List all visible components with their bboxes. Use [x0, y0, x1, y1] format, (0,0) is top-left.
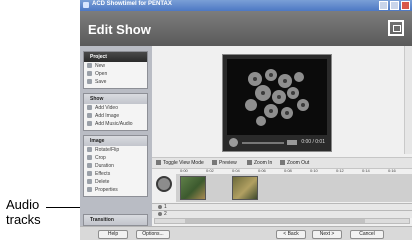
- image-clip-thumbnail[interactable]: [232, 176, 258, 200]
- app-icon: [83, 2, 89, 8]
- player-controls: 0:00 / 0:01: [227, 137, 327, 148]
- toggle-view-icon: [156, 160, 161, 166]
- audio-track-label: 2: [158, 211, 167, 218]
- preview-button[interactable]: Preview: [212, 158, 237, 168]
- video-track[interactable]: [176, 174, 412, 202]
- scroll-thumb[interactable]: [185, 219, 365, 223]
- maximize-button[interactable]: [390, 1, 399, 10]
- sidebar-item-add-video[interactable]: Add Video: [84, 104, 147, 112]
- speaker-icon: [158, 211, 162, 216]
- sidebar-item-new[interactable]: New: [84, 62, 147, 70]
- sidebar: Project New Open Save Show Add Video Add…: [80, 46, 152, 226]
- film-reel-icon: [156, 176, 172, 192]
- video-icon: [87, 105, 92, 111]
- help-button[interactable]: Help: [98, 230, 128, 239]
- flower-image: [227, 59, 327, 135]
- show-frame-icon: [388, 20, 404, 36]
- project-panel: Project New Open Save: [83, 51, 148, 89]
- preview-icon: [212, 160, 217, 166]
- main-area: 0:00 / 0:01 Toggle View Mode Preview Zoo…: [152, 46, 412, 226]
- image-panel: Image Rotate/Flip Crop Duration Effects …: [83, 135, 148, 197]
- zoom-out-icon: [280, 160, 285, 166]
- tick-label: 0:12: [336, 168, 344, 173]
- seek-slider[interactable]: [242, 142, 284, 144]
- tick-label: 0:14: [362, 168, 370, 173]
- clock-icon: [87, 163, 92, 169]
- transition-panel: Transition: [83, 214, 148, 226]
- time-readout: 0:00 / 0:01: [301, 139, 325, 145]
- sidebar-item-save[interactable]: Save: [84, 78, 147, 86]
- sidebar-item-properties[interactable]: Properties: [84, 186, 147, 194]
- open-icon: [87, 71, 92, 77]
- page-title: Edit Show: [88, 22, 151, 37]
- tick-label: 0:10: [310, 168, 318, 173]
- tick-label: 0:02: [206, 168, 214, 173]
- window-title: ACD ShowtimeI for PENTAX: [92, 1, 172, 7]
- horizontal-scrollbar[interactable]: [154, 218, 410, 224]
- annotation-line-1: Audio: [6, 197, 40, 212]
- toggle-view-button[interactable]: Toggle View Mode: [156, 158, 204, 168]
- preview-player: 0:00 / 0:01: [222, 54, 332, 152]
- zoom-in-button[interactable]: Zoom In: [247, 158, 272, 168]
- app-window: ACD ShowtimeI for PENTAX Edit Show Proje…: [80, 0, 412, 240]
- rotate-icon: [87, 147, 92, 153]
- back-button[interactable]: < Back: [276, 230, 306, 239]
- close-button[interactable]: [401, 1, 410, 10]
- footer-bar: Help Options... < Back Next > Cancel: [80, 226, 412, 240]
- minimize-button[interactable]: [379, 1, 388, 10]
- image-icon: [87, 113, 92, 119]
- play-button[interactable]: [229, 138, 238, 147]
- vertical-scrollbar[interactable]: [404, 46, 412, 154]
- sidebar-item-rotate[interactable]: Rotate/Flip: [84, 146, 147, 154]
- tick-label: 0:08: [284, 168, 292, 173]
- next-button[interactable]: Next >: [312, 230, 342, 239]
- sidebar-item-crop[interactable]: Crop: [84, 154, 147, 162]
- title-bar: ACD ShowtimeI for PENTAX: [80, 0, 412, 11]
- annotation-label: Audio tracks: [6, 197, 41, 227]
- audio-track[interactable]: 2: [152, 210, 412, 218]
- preview-image: [227, 59, 327, 135]
- tick-label: 0:04: [232, 168, 240, 173]
- sidebar-item-duration[interactable]: Duration: [84, 162, 147, 170]
- show-panel: Show Add Video Add Image Add Music/Audio: [83, 93, 148, 131]
- sidebar-item-delete[interactable]: Delete: [84, 178, 147, 186]
- sidebar-item-add-music[interactable]: Add Music/Audio: [84, 120, 147, 128]
- tick-label: 0:00: [180, 168, 188, 173]
- save-icon: [87, 79, 92, 85]
- image-panel-title[interactable]: Image: [84, 136, 147, 146]
- zoom-out-button[interactable]: Zoom Out: [280, 158, 309, 168]
- zoom-in-icon: [247, 160, 252, 166]
- properties-icon: [87, 187, 92, 193]
- delete-icon: [87, 179, 92, 185]
- sidebar-item-open[interactable]: Open: [84, 70, 147, 78]
- options-button[interactable]: Options...: [136, 230, 170, 239]
- music-icon: [87, 121, 92, 127]
- sidebar-item-effects[interactable]: Effects: [84, 170, 147, 178]
- image-clip-thumbnail[interactable]: [180, 176, 206, 200]
- page-header: Edit Show: [80, 11, 412, 46]
- cancel-button[interactable]: Cancel: [350, 230, 384, 239]
- annotation-line-2: tracks: [6, 212, 41, 227]
- transition-panel-title[interactable]: Transition: [84, 215, 147, 225]
- speaker-icon: [158, 204, 162, 209]
- tick-label: 0:16: [388, 168, 396, 173]
- crop-icon: [87, 155, 92, 161]
- show-panel-title[interactable]: Show: [84, 94, 147, 104]
- new-icon: [87, 63, 92, 69]
- tick-label: 0:06: [258, 168, 266, 173]
- effects-icon: [87, 171, 92, 177]
- volume-icon[interactable]: [287, 140, 297, 145]
- project-panel-title[interactable]: Project: [84, 52, 147, 62]
- sidebar-item-add-image[interactable]: Add Image: [84, 112, 147, 120]
